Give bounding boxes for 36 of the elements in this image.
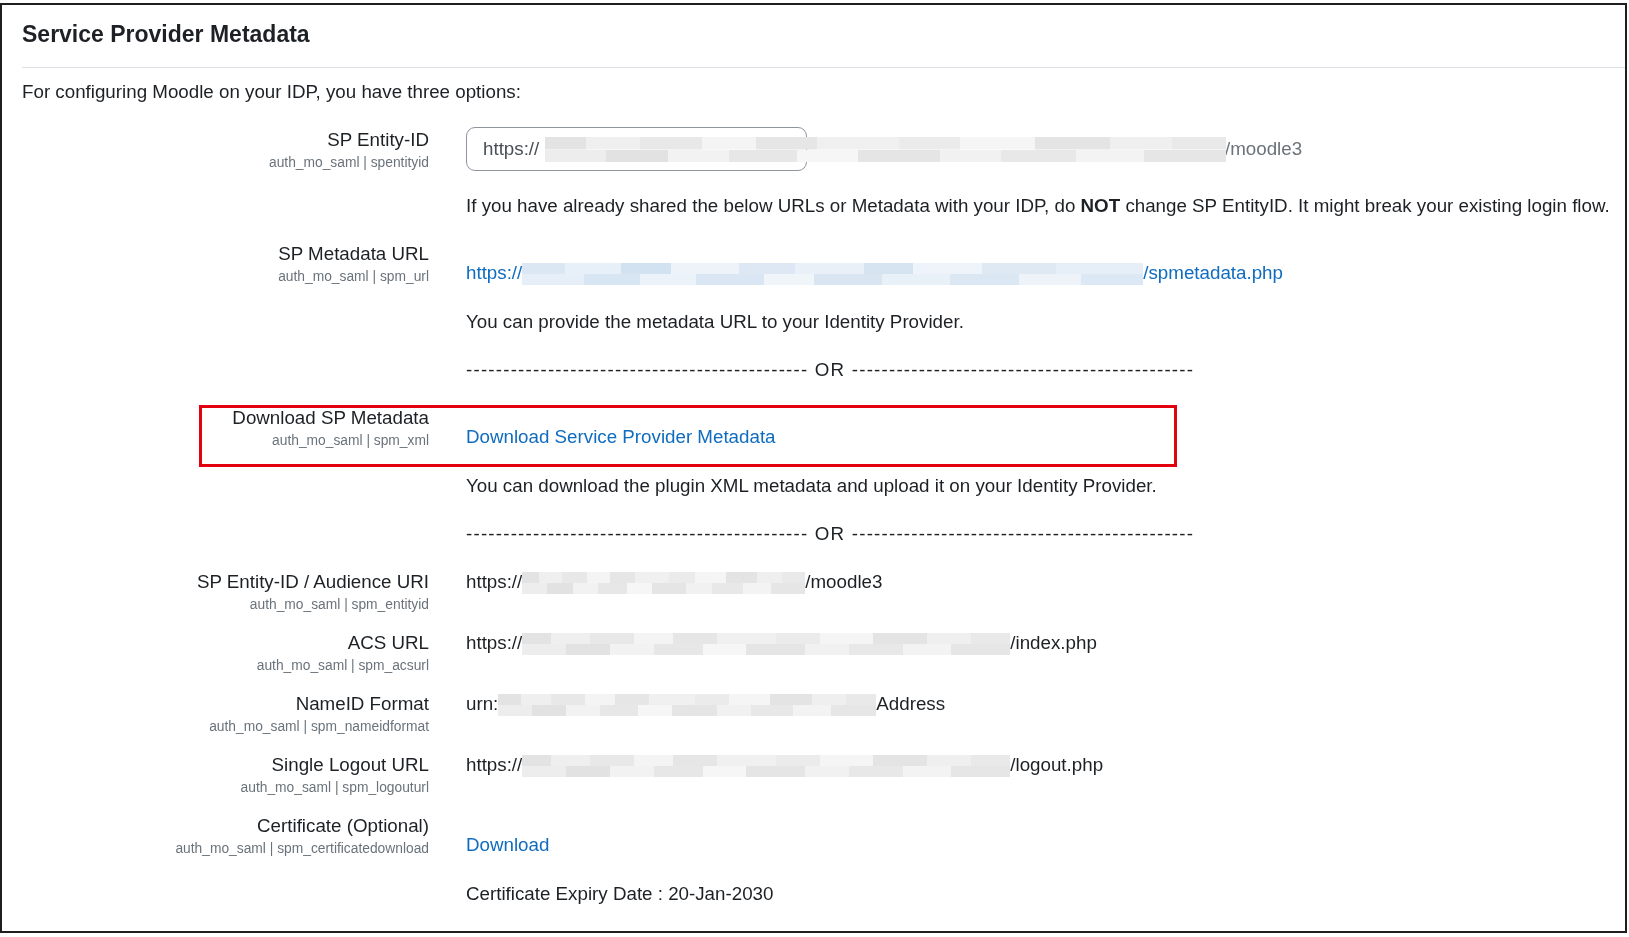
help-text: If you have already shared the below URLs or Metadata with your IDP, do NOT change SP EntityID. It might break your existing login flow.	[466, 195, 1610, 216]
download-link[interactable]: Download Service Provider Metadata	[466, 426, 776, 447]
url-link[interactable]: https:// /spmetadata.php	[466, 262, 1283, 283]
setting-name: auth_mo_saml | spm_entityid	[249, 596, 429, 614]
setting-name: auth_mo_saml | spm_xml	[272, 432, 429, 450]
setting-name: auth_mo_saml | spm_logouturl	[240, 779, 429, 797]
setting-label: Certificate (Optional)	[257, 814, 429, 838]
setting-label: SP Entity-ID	[327, 128, 429, 152]
help-text: You can download the plugin XML metadata and upload it on your Identity Provider.	[466, 475, 1157, 496]
value-text: /index.php	[1010, 632, 1097, 653]
setting-label: Single Logout URL	[271, 753, 429, 777]
url-suffix-text: /moodle3	[1225, 137, 1303, 161]
setting-label: ACS URL	[347, 631, 429, 655]
or-divider-text: ---------------------------------------------- OR ----------------------------------------------	[466, 359, 1195, 380]
setting-label: NameID Format	[295, 692, 429, 716]
setting-name: auth_mo_saml | spm_certificatedownload	[175, 840, 429, 858]
setting-name: auth_mo_saml | spentityid	[268, 154, 429, 172]
value-text: /moodle3	[805, 571, 883, 592]
value-text: urn:	[466, 693, 499, 714]
setting-name: auth_mo_saml | spm_url	[278, 268, 429, 286]
setting-name: auth_mo_saml | spm_acsurl	[256, 657, 429, 675]
setting-label: Download SP Metadata	[232, 406, 429, 430]
setting-name: auth_mo_saml | spm_nameidformat	[209, 718, 429, 736]
help-text: Certificate Expiry Date : 20-Jan-2030	[466, 883, 774, 904]
section-heading: Service Provider Metadata	[21, 20, 311, 48]
value-text: /logout.php	[1010, 754, 1104, 775]
value-text: Address	[876, 693, 946, 714]
help-text: You can provide the metadata URL to your Identity Provider.	[466, 311, 964, 332]
or-divider-text: ---------------------------------------------- OR ----------------------------------------------	[466, 523, 1195, 544]
download-link[interactable]: Download	[466, 834, 550, 855]
value-text: https://	[466, 632, 523, 653]
setting-label: SP Metadata URL	[278, 242, 429, 266]
setting-label: SP Entity-ID / Audience URI	[196, 570, 429, 594]
value-text: https://	[466, 754, 523, 775]
intro-text: For configuring Moodle on your IDP, you have three options:	[22, 80, 522, 104]
value-text: https://	[466, 571, 523, 592]
